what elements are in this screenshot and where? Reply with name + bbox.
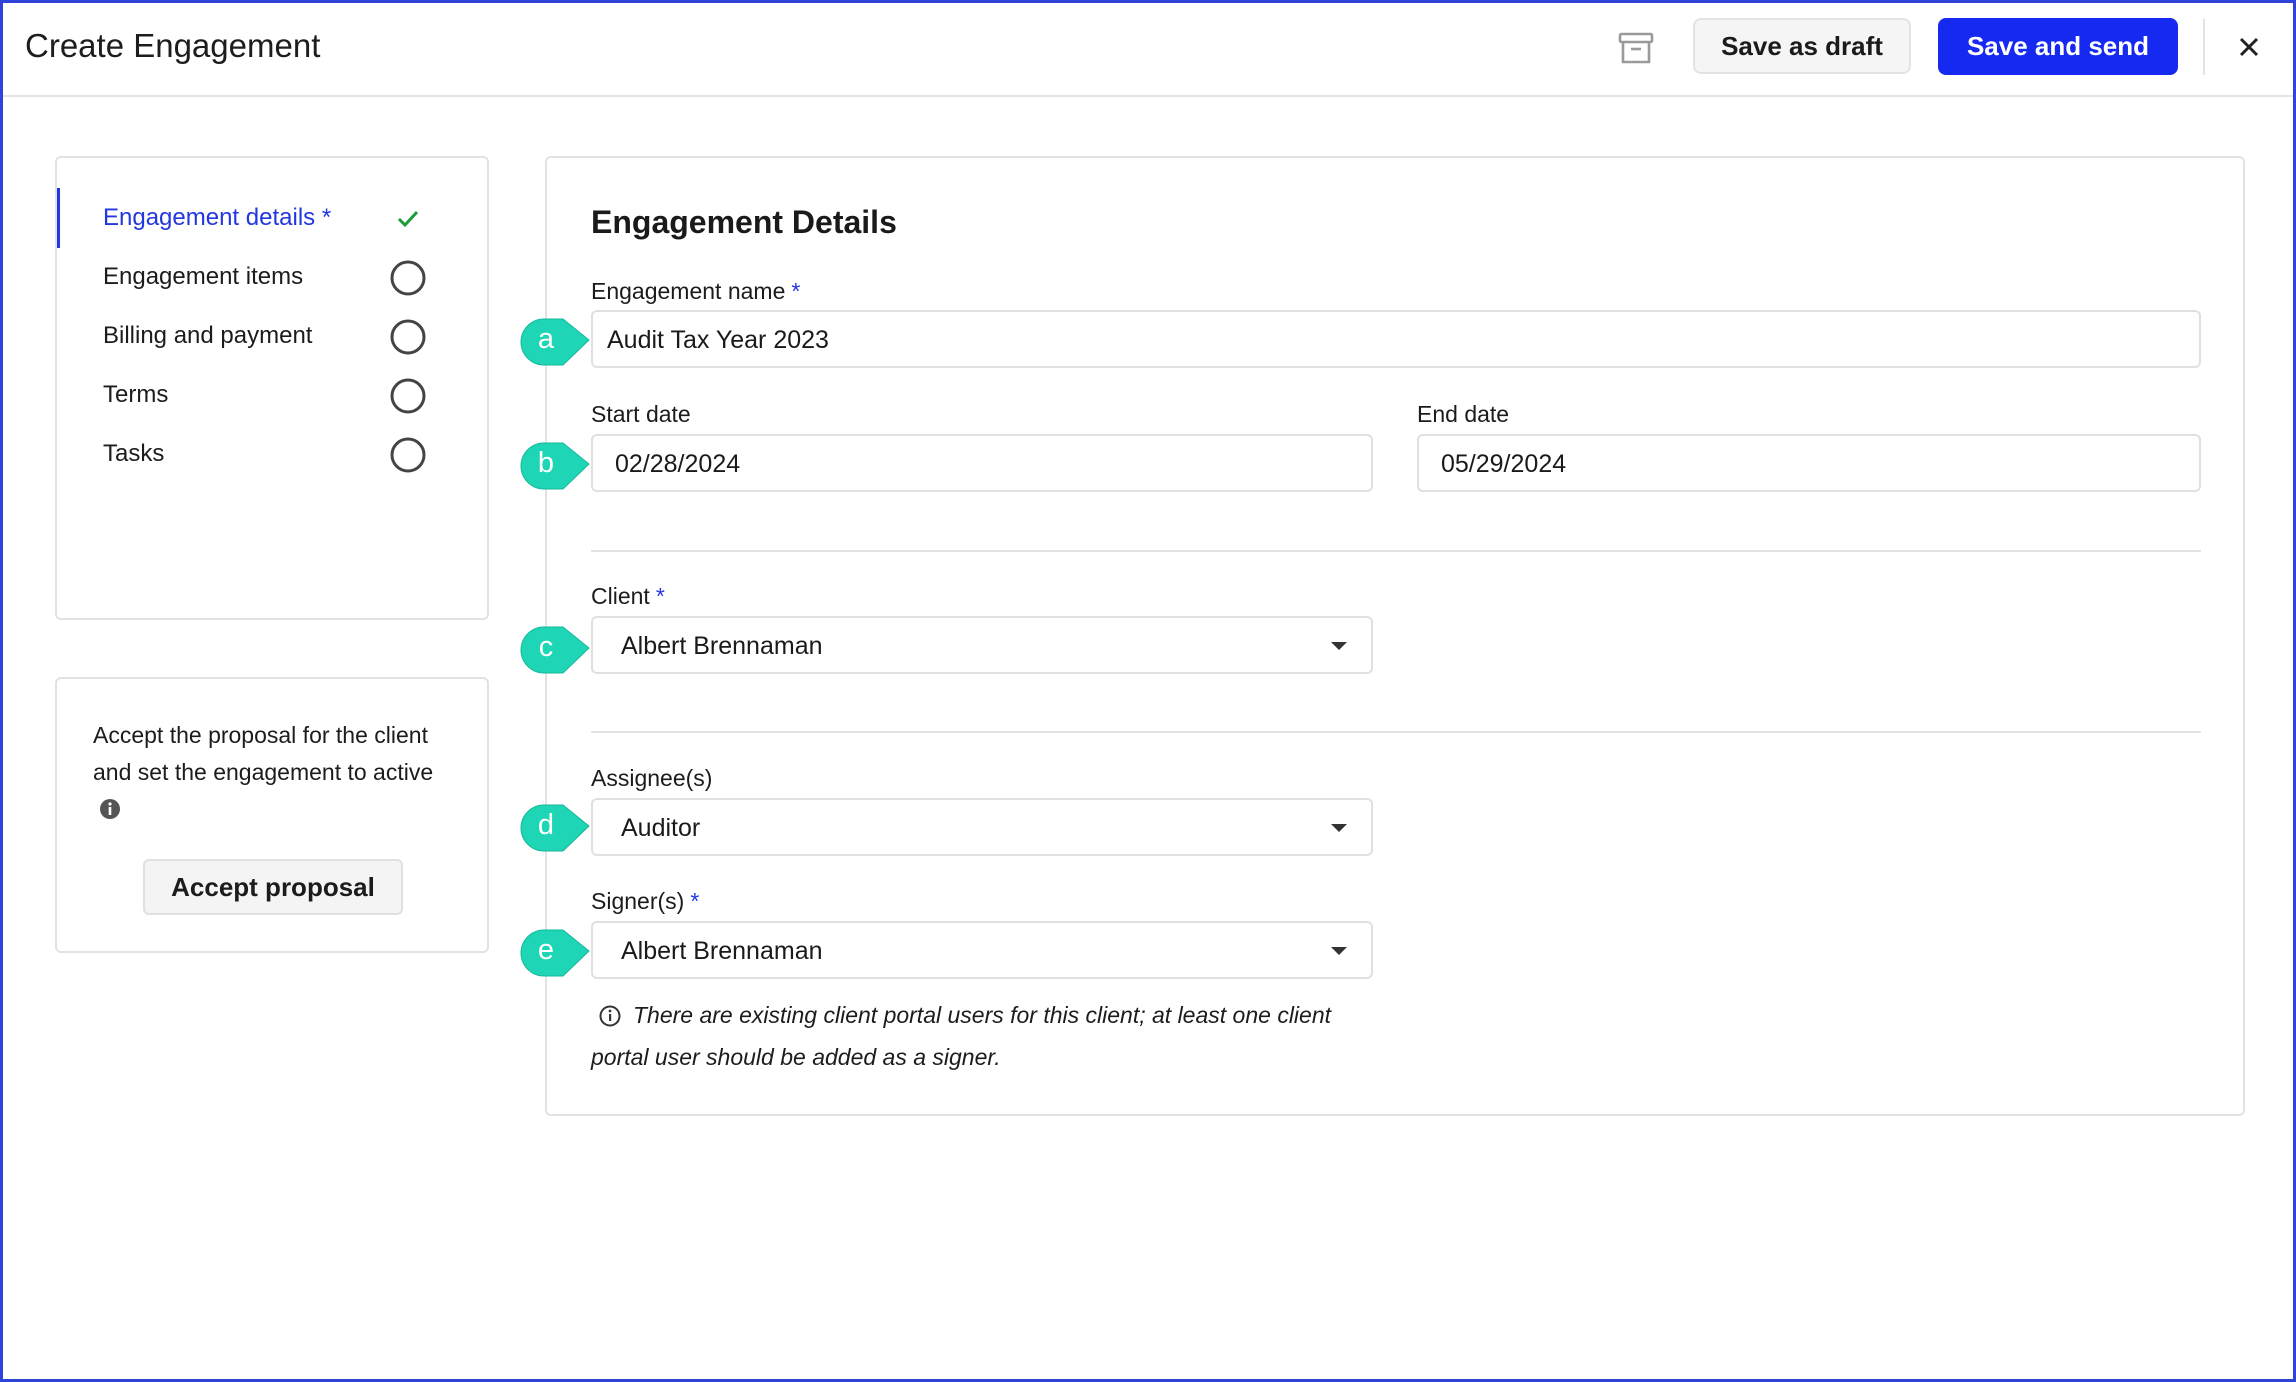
info-outline-icon bbox=[599, 1005, 621, 1027]
info-icon[interactable] bbox=[99, 798, 121, 820]
section-divider bbox=[591, 731, 2201, 733]
signer-helper-text: There are existing client portal users f… bbox=[591, 1002, 1332, 1070]
form-title: Engagement Details bbox=[591, 204, 897, 240]
app-window: Create Engagement Save as draft Save and… bbox=[0, 0, 2296, 1382]
callout-letter: c bbox=[538, 631, 554, 663]
empty-circle-icon bbox=[390, 319, 426, 355]
signers-value: Albert Brennaman bbox=[621, 937, 823, 965]
close-icon[interactable] bbox=[2235, 33, 2263, 61]
engagement-name-label-text: Engagement name bbox=[591, 278, 786, 304]
steps-nav: Engagement details * Engagement items Bi… bbox=[55, 156, 489, 620]
empty-circle-icon bbox=[390, 437, 426, 473]
client-select[interactable]: Albert Brennaman bbox=[591, 616, 1373, 674]
step-billing-and-payment[interactable]: Billing and payment bbox=[57, 306, 487, 366]
page-title: Create Engagement bbox=[25, 27, 321, 64]
empty-circle-icon bbox=[390, 260, 426, 296]
step-terms[interactable]: Terms bbox=[57, 365, 487, 425]
step-label: Tasks bbox=[103, 440, 165, 467]
start-date-input[interactable]: 02/28/2024 bbox=[591, 434, 1373, 492]
signers-label: Signer(s) * bbox=[591, 888, 699, 915]
callout-marker-d: d bbox=[519, 803, 591, 853]
end-date-input[interactable]: 05/29/2024 bbox=[1417, 434, 2201, 492]
header-divider bbox=[2203, 19, 2205, 75]
save-and-send-button[interactable]: Save and send bbox=[1938, 18, 2178, 75]
callout-letter: d bbox=[537, 809, 555, 841]
checkmark-icon bbox=[397, 210, 419, 228]
step-label: Billing and payment bbox=[103, 322, 313, 349]
engagement-details-form: Engagement Details Engagement name * Audi… bbox=[545, 156, 2245, 1116]
start-date-label: Start date bbox=[591, 401, 691, 427]
client-label-text: Client bbox=[591, 583, 650, 609]
client-label: Client * bbox=[591, 583, 665, 610]
step-label: Engagement items bbox=[103, 263, 304, 290]
required-marker: * bbox=[690, 888, 700, 914]
callout-letter: a bbox=[537, 323, 555, 355]
header-bar: Create Engagement Save as draft Save and… bbox=[3, 3, 2293, 97]
engagement-name-input[interactable]: Audit Tax Year 2023 bbox=[591, 310, 2201, 368]
engagement-name-value: Audit Tax Year 2023 bbox=[607, 326, 829, 354]
callout-letter: e bbox=[537, 934, 555, 966]
callout-marker-a: a bbox=[519, 317, 591, 367]
assignees-select[interactable]: Auditor bbox=[591, 798, 1373, 856]
archive-icon[interactable] bbox=[1617, 29, 1655, 67]
client-value: Albert Brennaman bbox=[621, 632, 823, 660]
required-marker: * bbox=[655, 583, 665, 609]
signer-helper-note: There are existing client portal users f… bbox=[591, 994, 1371, 1078]
section-divider bbox=[591, 550, 2201, 552]
step-label: Terms bbox=[103, 381, 169, 408]
signers-label-text: Signer(s) bbox=[591, 888, 685, 914]
step-label: Engagement details * bbox=[103, 204, 332, 231]
caret-down-icon bbox=[1331, 824, 1347, 832]
save-as-draft-button[interactable]: Save as draft bbox=[1693, 18, 1911, 74]
callout-marker-c: c bbox=[519, 625, 591, 675]
accept-proposal-button[interactable]: Accept proposal bbox=[143, 859, 403, 915]
assignees-label: Assignee(s) bbox=[591, 765, 713, 791]
required-marker: * bbox=[791, 278, 801, 304]
callout-marker-e: e bbox=[519, 928, 591, 978]
engagement-name-label: Engagement name * bbox=[591, 278, 800, 305]
callout-marker-b: b bbox=[519, 441, 591, 491]
callout-letter: b bbox=[537, 447, 555, 479]
end-date-value: 05/29/2024 bbox=[1441, 450, 1567, 478]
empty-circle-icon bbox=[390, 378, 426, 414]
signers-select[interactable]: Albert Brennaman bbox=[591, 921, 1373, 979]
start-date-value: 02/28/2024 bbox=[615, 450, 741, 478]
step-engagement-details[interactable]: Engagement details * bbox=[57, 188, 487, 248]
accept-proposal-card: Accept the proposal for the client and s… bbox=[55, 677, 489, 953]
accept-proposal-description: Accept the proposal for the client and s… bbox=[93, 722, 434, 785]
accept-proposal-text: Accept the proposal for the client and s… bbox=[93, 717, 453, 828]
end-date-label: End date bbox=[1417, 401, 1510, 427]
caret-down-icon bbox=[1331, 642, 1347, 650]
assignees-value: Auditor bbox=[621, 814, 701, 842]
step-tasks[interactable]: Tasks bbox=[57, 424, 487, 484]
caret-down-icon bbox=[1331, 947, 1347, 955]
step-engagement-items[interactable]: Engagement items bbox=[57, 247, 487, 307]
